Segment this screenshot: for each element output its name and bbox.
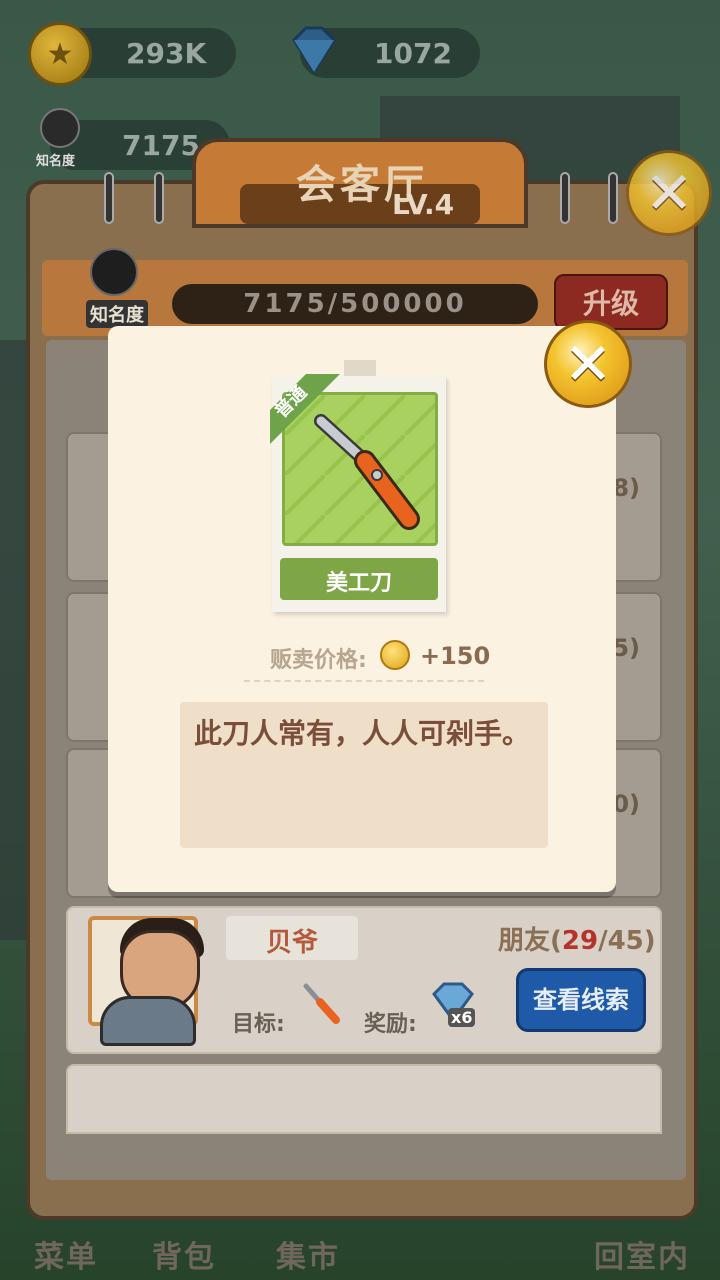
fame-count: 7175 (122, 128, 200, 162)
binder-ring (154, 172, 164, 224)
npc-relation: 朋友(29/45) (498, 920, 656, 957)
nav-menu[interactable]: 菜单 (34, 1232, 98, 1276)
relation-suffix: /45) (598, 926, 656, 956)
binder-ring (608, 172, 618, 224)
divider (244, 680, 484, 682)
sell-price-label: 贩卖价格: (270, 648, 367, 673)
hall-fame-label: 知名度 (86, 300, 148, 328)
fame-progress: 7175/500000 (172, 284, 538, 324)
relation-count: 5) (612, 634, 640, 662)
binder-ring (560, 172, 570, 224)
upgrade-button[interactable]: 升级 (554, 274, 668, 330)
popup-close-button[interactable]: ✕ (544, 320, 632, 408)
list-item[interactable] (66, 1064, 662, 1134)
diamond-count: 1072 (374, 36, 452, 70)
paper-tear (566, 856, 586, 892)
coin-icon (28, 22, 92, 86)
npc-name: 贝爷 (265, 928, 318, 958)
binder-ring (104, 172, 114, 224)
sell-price-value: +150 (420, 642, 491, 670)
relation-prefix: 朋友( (498, 926, 562, 956)
item-name: 美工刀 (325, 571, 392, 596)
hall-close-button[interactable]: ✕ (626, 150, 712, 236)
hall-level: LV.4 (392, 188, 455, 221)
reward-count: x6 (448, 1008, 476, 1027)
reward-label: 奖励: (364, 1012, 417, 1037)
relation-current: 29 (561, 926, 599, 956)
close-icon: ✕ (644, 159, 694, 227)
utility-knife-icon (303, 983, 340, 1024)
item-description: 此刀人常有，人人可剁手。 (194, 717, 531, 750)
nav-market[interactable]: 集市 (276, 1232, 340, 1276)
diamond-icon (292, 26, 336, 75)
fame-avatar-icon (40, 108, 80, 148)
coin-icon (380, 640, 410, 670)
fame-label: 知名度 (36, 154, 76, 169)
target-label: 目标: (232, 1012, 285, 1037)
view-clue-button[interactable]: 查看线索 (516, 968, 646, 1032)
close-icon: ✕ (563, 330, 613, 398)
fame-avatar-icon (90, 248, 138, 296)
relation-count: 8) (612, 474, 640, 502)
nav-bag[interactable]: 背包 (152, 1232, 216, 1276)
npc-body (100, 996, 196, 1046)
relation-count: 0) (612, 790, 640, 818)
coin-count: 293K (126, 36, 207, 70)
nav-home[interactable]: 回室内 (594, 1232, 690, 1276)
